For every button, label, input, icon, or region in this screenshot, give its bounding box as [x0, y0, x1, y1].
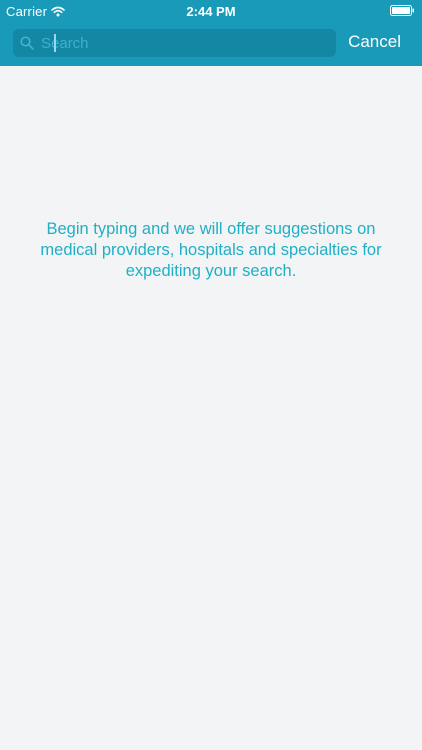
empty-state-message: Begin typing and we will offer suggestio… [40, 220, 382, 280]
search-input[interactable] [41, 29, 331, 57]
search-icon [20, 36, 34, 50]
battery-icon [390, 5, 414, 16]
status-time: 2:44 PM [186, 4, 236, 19]
status-bar: Carrier 2:44 PM [0, 0, 422, 22]
cancel-button[interactable]: Cancel [348, 32, 401, 52]
search-header: Carrier 2:44 PM Cancel [0, 0, 422, 66]
text-caret [54, 34, 56, 52]
search-field[interactable] [13, 29, 336, 57]
